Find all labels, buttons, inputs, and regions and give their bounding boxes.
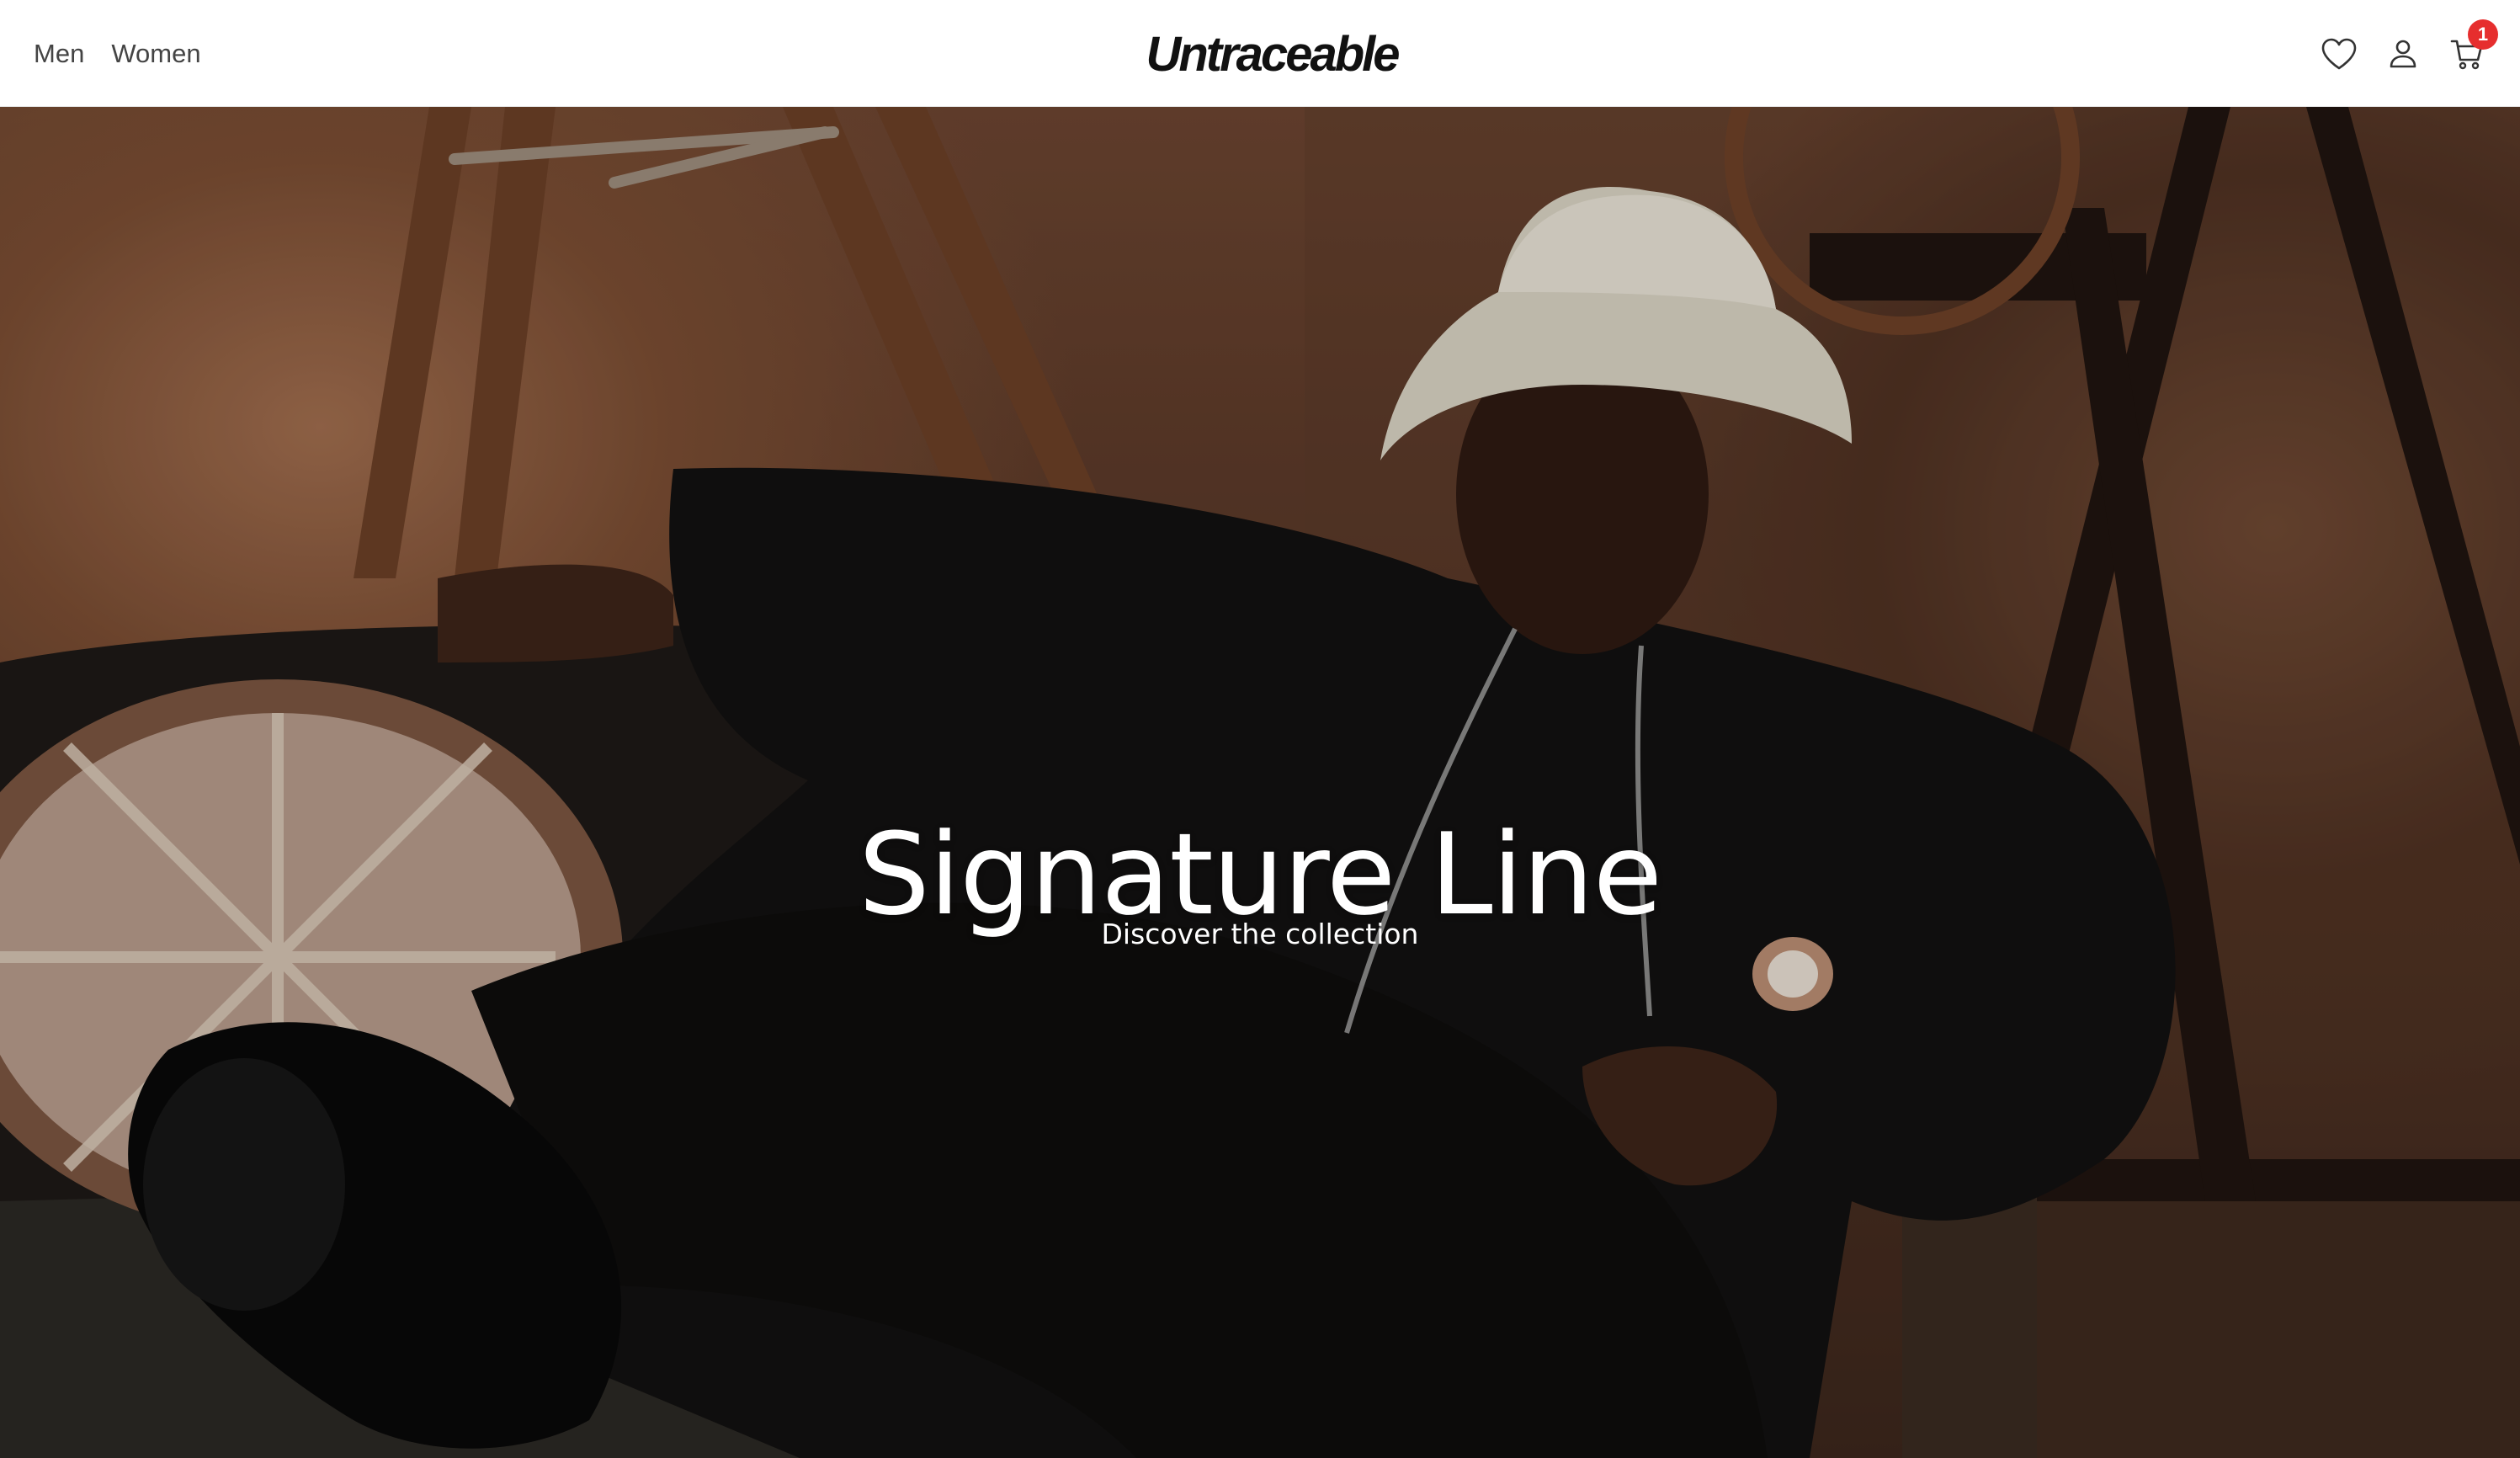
discover-collection-link[interactable]: Discover the collection bbox=[0, 918, 2520, 950]
nav-link-women[interactable]: Women bbox=[111, 39, 200, 69]
wishlist-button[interactable] bbox=[2320, 35, 2358, 73]
hero-image bbox=[0, 107, 2520, 1458]
header-icons: 1 bbox=[2320, 0, 2498, 107]
main-nav: Men Women bbox=[34, 0, 201, 107]
hero-banner[interactable]: Signature Line Discover the collection bbox=[0, 107, 2520, 1458]
account-button[interactable] bbox=[2384, 35, 2422, 73]
cart-button[interactable]: 1 bbox=[2448, 19, 2498, 73]
user-icon bbox=[2390, 40, 2416, 67]
cart-count-badge: 1 bbox=[2468, 19, 2498, 50]
brand-logo[interactable]: Untraceable bbox=[1141, 20, 1402, 88]
nav-link-men[interactable]: Men bbox=[34, 39, 84, 69]
heart-icon bbox=[2321, 38, 2357, 69]
hero-title: Signature Line bbox=[858, 808, 1662, 940]
site-header: Men Women Untraceable 1 bbox=[0, 0, 2520, 107]
